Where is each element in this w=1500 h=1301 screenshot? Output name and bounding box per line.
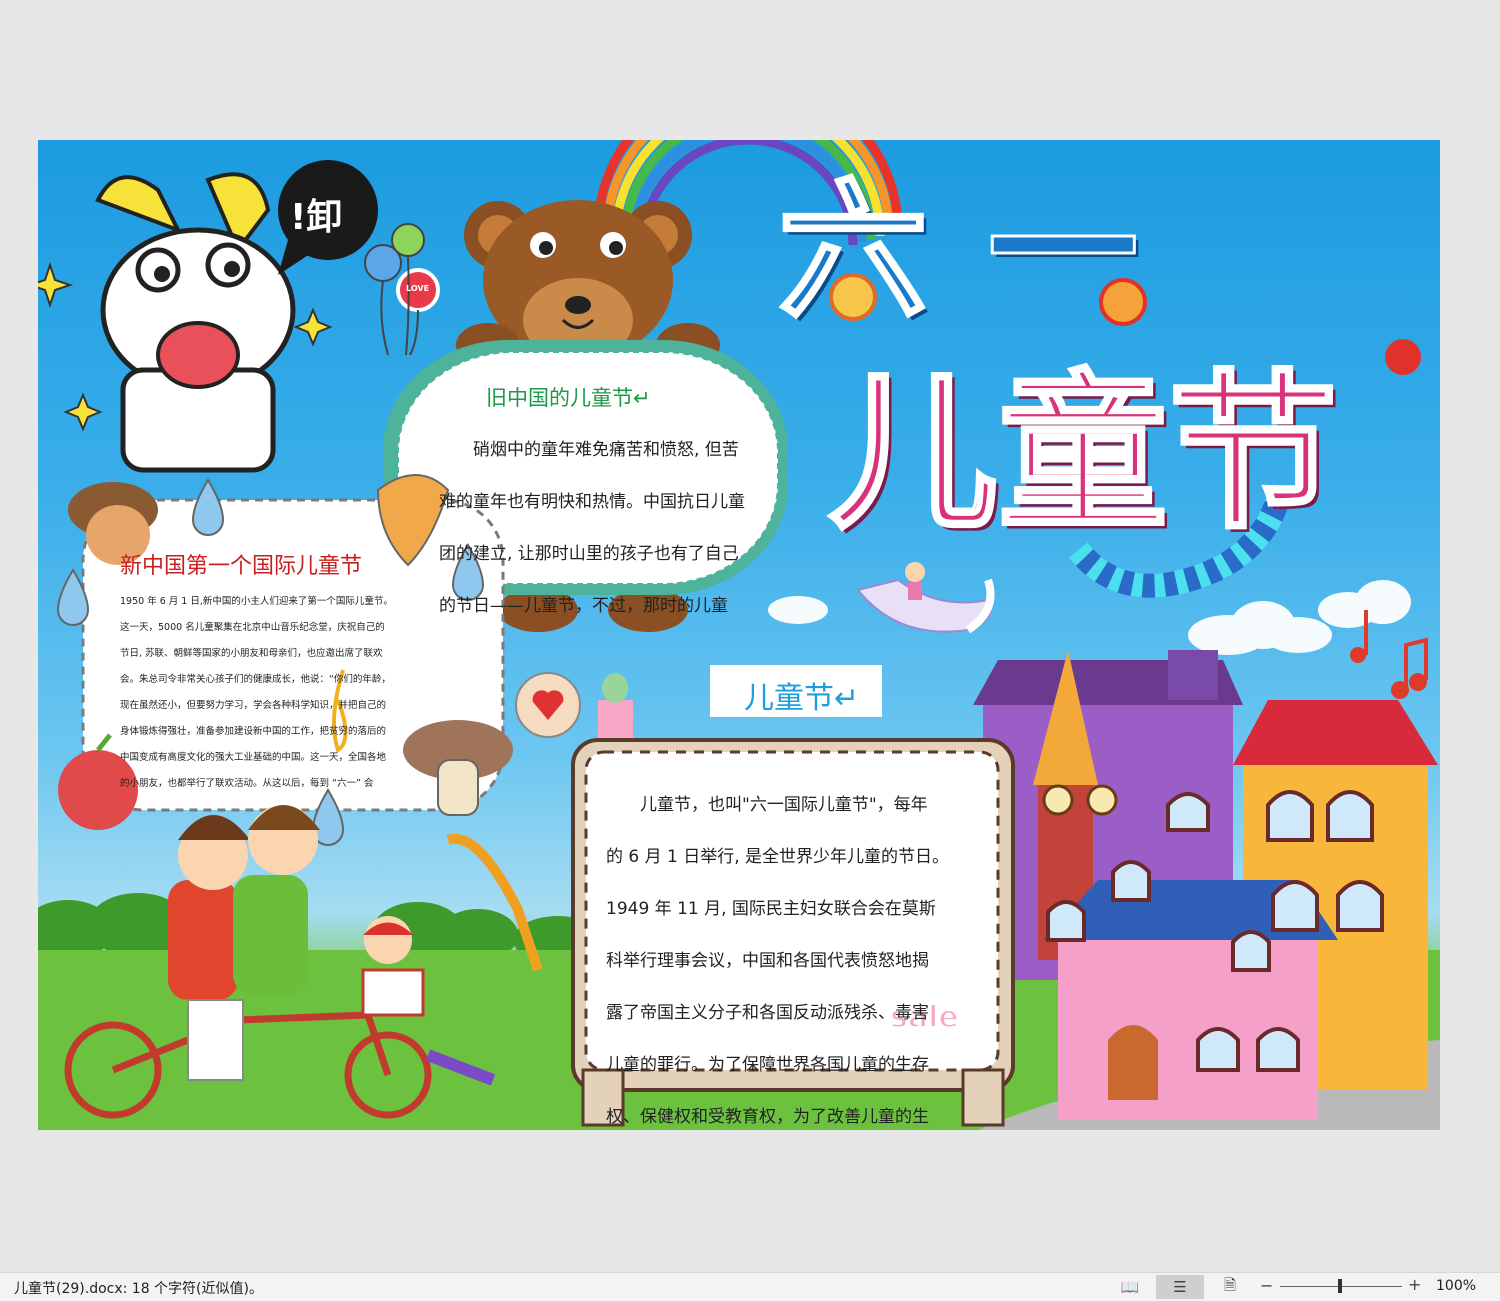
document-page: 六一 儿童节 !卸 LOVE sale 旧中国的儿童节↵ 硝烟中的童年难免痛苦和… (38, 140, 1440, 1130)
word-count-status[interactable]: 儿童节(29).docx: 18 个字符(近似值)。 (14, 1278, 263, 1298)
main-title-line2: 儿童节 (826, 354, 1339, 555)
new-china-line-1: 1950 年 6 月 1 日,新中国的小主人们迎来了第一个国际儿童节。 (120, 596, 393, 607)
web-layout-icon: 🗎 (1223, 1275, 1237, 1294)
read-mode-button[interactable]: 📖 (1112, 1275, 1148, 1299)
childrens-day-heading: 儿童节↵ (744, 681, 860, 716)
zoom-in-button[interactable]: + (1408, 1275, 1421, 1294)
old-china-line-4: 的节日——儿童节，不过，那时的儿童 (439, 596, 728, 616)
new-china-line-8: 的小朋友，也都举行了联欢活动。从这以后，每到 “六一” 会 (120, 778, 374, 789)
poster-artwork (38, 140, 1440, 1130)
speech-bubble-text: !卸 (290, 197, 343, 238)
childrens-day-line-3: 1949 年 11 月, 国际民主妇女联合会在莫斯 (606, 899, 936, 919)
zoom-out-button[interactable]: − (1260, 1276, 1273, 1295)
new-china-heading: 新中国第一个国际儿童节 (120, 554, 363, 579)
new-china-line-6: 身体锻炼得强壮，准备参加建设新中国的工作，把贫穷的落后的 (120, 726, 387, 737)
old-china-line-1: 硝烟中的童年难免痛苦和愤怒, 但苦 (473, 440, 739, 460)
childrens-day-line-2: 的 6 月 1 日举行, 是全世界少年儿童的节日。 (606, 847, 950, 867)
old-china-heading: 旧中国的儿童节↵ (486, 386, 651, 410)
childrens-day-line-4: 科举行理事会议，中国和各国代表愤怒地揭 (606, 951, 929, 971)
childrens-day-line-1: 儿童节，也叫"六一国际儿童节"，每年 (640, 795, 928, 815)
read-mode-icon: 📖 (1120, 1278, 1140, 1296)
new-china-line-3: 节日, 苏联、朝鲜等国家的小朋友和母亲们，也应邀出席了联欢 (120, 648, 383, 659)
balloon-label: LOVE (406, 284, 430, 293)
new-china-line-7: 中国变成有高度文化的强大工业基础的中国。这一天，全国各地 (120, 752, 387, 763)
status-bar: 儿童节(29).docx: 18 个字符(近似值)。 📖 ☰ 🗎 − + 100… (0, 1272, 1500, 1301)
old-china-line-2: 难的童年也有明快和热情。中国抗日儿童 (439, 492, 745, 512)
old-china-line-3: 团的建立, 让那时山里的孩子也有了自己 (439, 544, 739, 564)
childrens-day-line-7: 权、保健权和受教育权，为了改善儿童的生 (606, 1107, 929, 1127)
new-china-line-5: 现在虽然还小，但要努力学习，学会各种科学知识，并把自己的 (120, 700, 387, 711)
print-layout-icon: ☰ (1173, 1278, 1187, 1296)
new-china-line-4: 会。朱总司令非常关心孩子们的健康成长，他说：“你们的年龄， (120, 674, 391, 685)
bunny-character-art (95, 172, 296, 473)
swan-art (856, 562, 995, 634)
zoom-slider-thumb[interactable] (1338, 1279, 1342, 1293)
childrens-day-line-5: 露了帝国主义分子和各国反动派残杀、毒害 (606, 1003, 929, 1023)
print-layout-button[interactable]: ☰ (1156, 1275, 1204, 1299)
zoom-level-label[interactable]: 100% (1436, 1278, 1476, 1294)
childrens-day-line-6: 儿童的罪行。为了保障世界各国儿童的生存 (606, 1055, 929, 1075)
new-china-line-2: 这一天，5000 名儿童聚集在北京中山音乐纪念堂，庆祝自己的 (120, 622, 385, 633)
web-layout-button[interactable]: 🗎 (1212, 1275, 1248, 1299)
